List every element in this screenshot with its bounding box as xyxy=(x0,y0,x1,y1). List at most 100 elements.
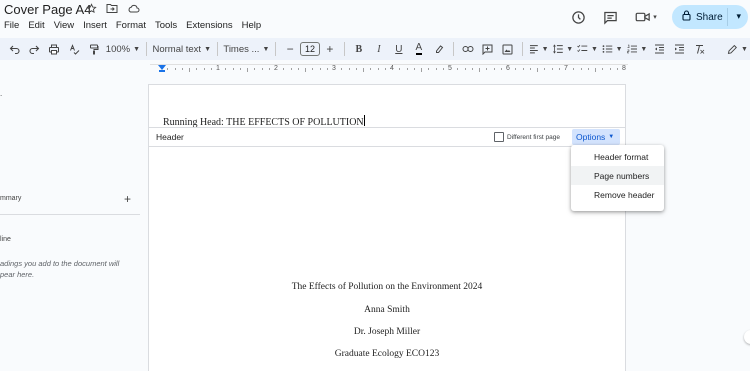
ruler-tick xyxy=(587,68,589,70)
toolbar-divider xyxy=(452,42,454,56)
bulleted-list-select[interactable]: ▼ xyxy=(602,39,623,59)
ruler-tick xyxy=(544,68,546,70)
different-first-page-label: Different first page xyxy=(507,133,560,141)
chevron-down-icon: ▼ xyxy=(640,45,648,53)
ruler-tick xyxy=(515,68,517,70)
chevron-down-icon: ▼ xyxy=(541,45,549,53)
share-button[interactable]: Share ▾ xyxy=(672,5,748,29)
ruler-tick xyxy=(471,68,473,70)
insert-image-icon[interactable] xyxy=(500,39,516,59)
share-dropdown-icon[interactable]: ▾ xyxy=(736,11,741,22)
ruler-tick xyxy=(312,68,314,70)
underline-button[interactable]: U xyxy=(391,39,407,59)
header-label: Header xyxy=(156,132,184,142)
chevron-down-icon: ▼ xyxy=(608,134,615,140)
paint-format-icon[interactable] xyxy=(86,39,102,59)
author-name[interactable]: Anna Smith xyxy=(149,305,625,315)
spellcheck-icon[interactable] xyxy=(66,39,82,59)
instructor-name[interactable]: Dr. Joseph Miller xyxy=(149,327,625,337)
font-select[interactable]: Times ... ▼ xyxy=(223,39,269,59)
font-size-input[interactable]: 12 xyxy=(300,42,320,56)
ruler-tick xyxy=(580,68,582,70)
ruler-number: 5 xyxy=(448,65,452,72)
ruler-tick xyxy=(363,68,364,72)
menu-extensions[interactable]: Extensions xyxy=(186,20,232,31)
meet-icon[interactable]: ▾ xyxy=(632,7,660,27)
bold-button[interactable]: B xyxy=(351,39,367,59)
ruler-tick xyxy=(602,68,604,70)
toolbar: 100% ▼ Normal text ▼ Times ... ▼ − 12 + B I… xyxy=(0,38,750,60)
checklist-select[interactable]: ▼ xyxy=(577,39,598,59)
toolbar-divider xyxy=(145,42,147,56)
menu-insert[interactable]: Insert xyxy=(83,20,107,31)
clear-formatting-icon[interactable] xyxy=(691,39,707,59)
insert-link-icon[interactable] xyxy=(460,39,476,59)
menu-format[interactable]: Format xyxy=(116,20,146,31)
ruler-tick xyxy=(225,68,227,70)
decrease-indent-icon[interactable] xyxy=(651,39,667,59)
italic-button[interactable]: I xyxy=(371,39,387,59)
menu-view[interactable]: View xyxy=(54,20,74,31)
paper-title[interactable]: The Effects of Pollution on the Environm… xyxy=(149,282,625,292)
editing-mode-select[interactable]: ▼ xyxy=(727,39,748,59)
comment-icon[interactable] xyxy=(600,7,620,27)
ruler-tick xyxy=(203,68,205,70)
undo-icon[interactable] xyxy=(6,39,22,59)
ruler-tick xyxy=(283,68,285,70)
numbered-list-select[interactable]: ▼ xyxy=(626,39,648,59)
toolbar-divider xyxy=(275,42,277,56)
menu-tools[interactable]: Tools xyxy=(155,20,177,31)
ruler-tick xyxy=(355,68,357,70)
add-comment-icon[interactable] xyxy=(480,39,496,59)
ruler-number: 8 xyxy=(622,65,626,72)
document-page[interactable]: Running Head: THE EFFECTS OF POLLUTION H… xyxy=(148,84,626,371)
ruler-tick xyxy=(421,68,422,72)
redo-icon[interactable] xyxy=(26,39,42,59)
horizontal-ruler[interactable]: 1 2 3 4 5 6 7 8 xyxy=(150,64,628,76)
cloud-status-icon[interactable] xyxy=(127,3,140,17)
ruler-tick xyxy=(196,68,198,70)
line-spacing-select[interactable]: ▼ xyxy=(552,39,574,59)
menu-item-header-format[interactable]: Header format xyxy=(571,147,664,166)
menu-help[interactable]: Help xyxy=(242,20,262,31)
history-icon[interactable] xyxy=(568,7,588,27)
toolbar-divider xyxy=(216,42,218,56)
options-label: Options xyxy=(576,132,606,142)
toolbar-divider xyxy=(343,42,345,56)
style-select[interactable]: Normal text ▼ xyxy=(152,39,211,59)
zoom-select[interactable]: 100% ▼ xyxy=(106,39,140,59)
move-folder-icon[interactable] xyxy=(106,3,118,17)
side-panel-toggle[interactable] xyxy=(744,330,750,344)
ruler-tick xyxy=(573,68,575,70)
add-summary-button[interactable]: + xyxy=(124,192,131,206)
chevron-down-icon: ▼ xyxy=(566,45,574,53)
ruler-tick xyxy=(406,68,408,70)
ruler-tick xyxy=(464,68,466,70)
outline-back-icon[interactable]: . xyxy=(0,89,2,98)
first-line-indent-marker[interactable] xyxy=(159,70,165,72)
ruler-tick xyxy=(616,68,618,70)
menu-item-remove-header[interactable]: Remove header xyxy=(571,185,664,204)
print-icon[interactable] xyxy=(46,39,62,59)
highlight-color-icon[interactable] xyxy=(431,39,447,59)
increase-indent-icon[interactable] xyxy=(671,39,687,59)
menu-file[interactable]: File xyxy=(4,20,19,31)
line-spacing-icon xyxy=(552,44,563,54)
align-select[interactable]: ▼ xyxy=(529,39,549,59)
ruler-tick xyxy=(189,68,190,72)
bulleted-list-icon xyxy=(602,45,613,53)
ruler-tick xyxy=(377,68,379,70)
document-outline-panel: . mmary + line adings you add to the doc… xyxy=(0,80,140,371)
different-first-page-checkbox[interactable] xyxy=(494,132,504,142)
course-name[interactable]: Graduate Ecology ECO123 xyxy=(149,349,625,359)
decrease-font-size-icon[interactable]: − xyxy=(282,39,298,59)
options-button[interactable]: Options ▼ xyxy=(572,129,620,145)
pencil-icon xyxy=(728,44,738,54)
menu-edit[interactable]: Edit xyxy=(28,20,44,31)
star-icon[interactable] xyxy=(86,3,97,17)
menu-item-page-numbers[interactable]: Page numbers xyxy=(571,166,664,185)
increase-font-size-icon[interactable]: + xyxy=(322,39,338,59)
text-color-button[interactable]: A xyxy=(411,39,427,59)
different-first-page-option[interactable]: Different first page xyxy=(494,132,560,142)
document-title[interactable]: Cover Page A4 xyxy=(4,2,91,17)
